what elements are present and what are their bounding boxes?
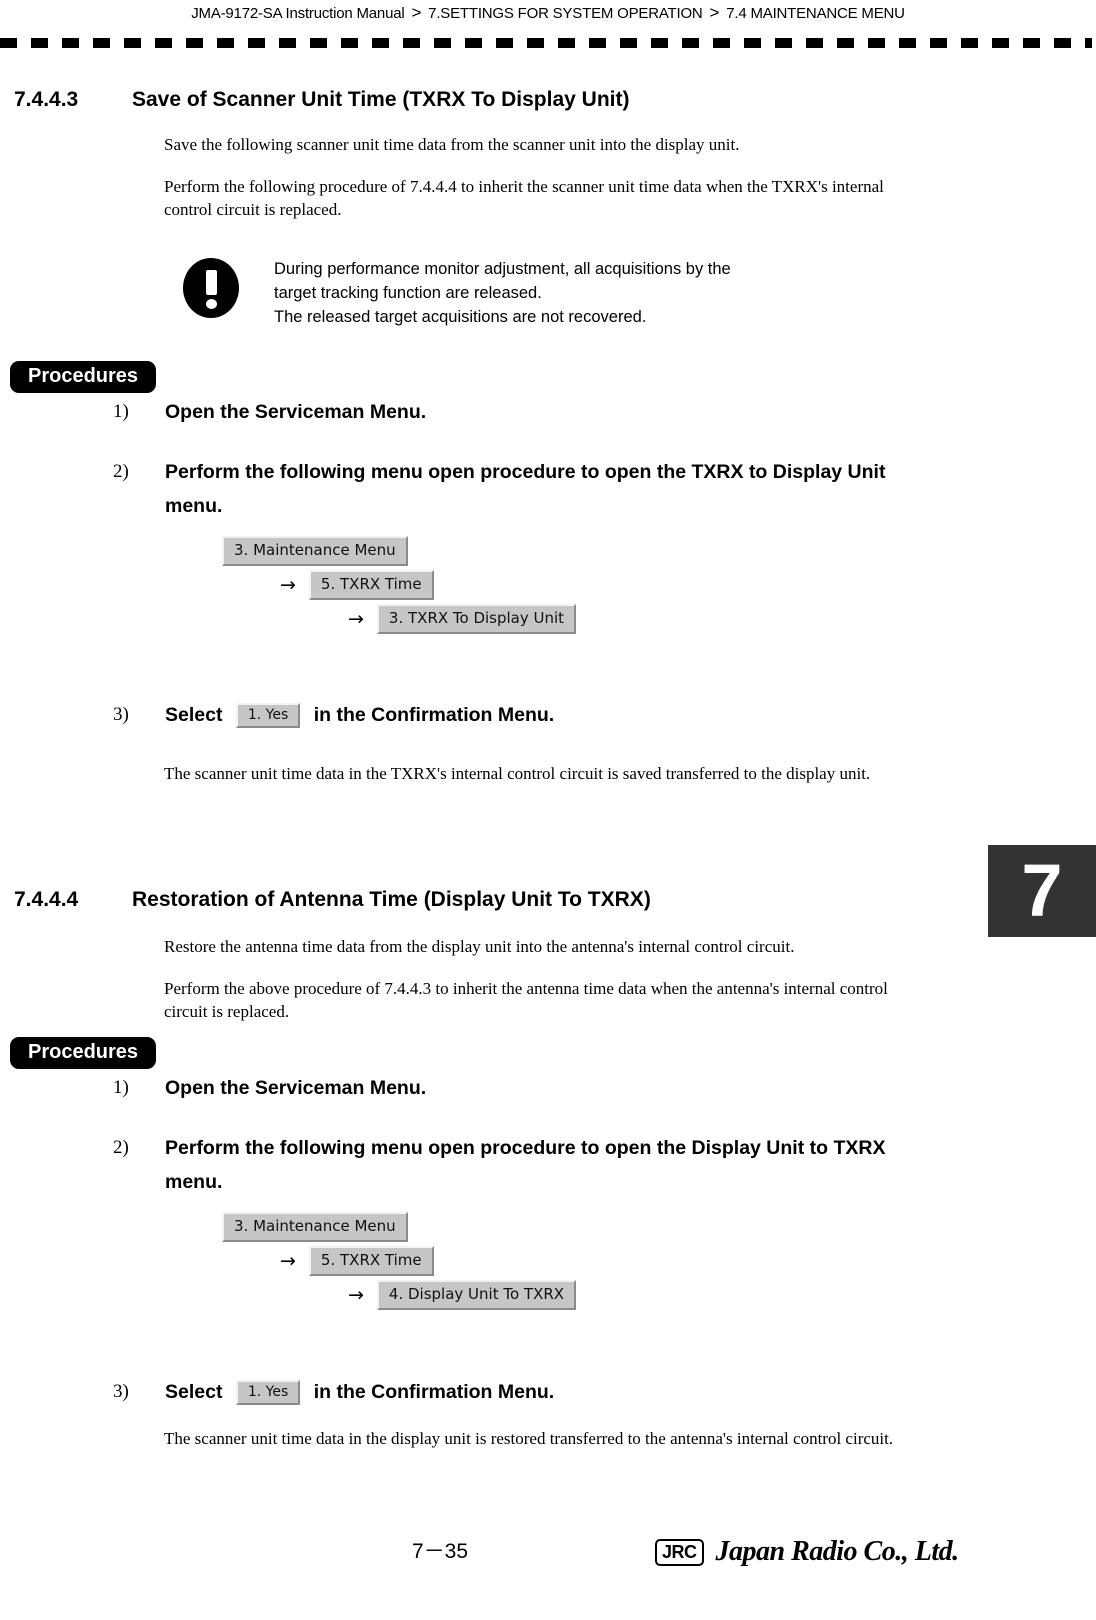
step-index: 3) [113, 704, 129, 725]
step-3-prefix: Select [165, 1381, 223, 1403]
exclamation-circle-icon [183, 258, 239, 318]
section-title: Restoration of Antenna Time (Display Uni… [132, 888, 651, 911]
arrow-icon: → [348, 1284, 364, 1306]
procedures-badge-1: Procedures [10, 361, 157, 393]
step-index: 1) [113, 1077, 129, 1098]
menu-chain-row-2: → 5. TXRX Time [222, 570, 576, 604]
menu-button-txrx-time[interactable]: 5. TXRX Time [308, 570, 434, 600]
menu-chain-row-2: → 5. TXRX Time [222, 1246, 576, 1280]
arrow-icon: → [348, 608, 364, 630]
section-number: 7.4.4.3 [14, 88, 79, 111]
menu-button-txrx-to-display-unit[interactable]: 3. TXRX To Display Unit [376, 604, 577, 634]
section-7443-result: The scanner unit time data in the TXRX's… [164, 764, 871, 783]
arrow-icon: → [280, 574, 296, 596]
menu-button-txrx-time[interactable]: 5. TXRX Time [308, 1246, 434, 1276]
chapter-tab: 7 [988, 845, 1096, 937]
section-7444-result: The scanner unit time data in the displa… [164, 1429, 894, 1448]
step-index: 2) [113, 1137, 129, 1158]
step-text: Perform the following menu open procedur… [165, 461, 886, 517]
step-index: 1) [113, 401, 129, 422]
menu-chain-7443: 3. Maintenance Menu → 5. TXRX Time → 3. … [222, 536, 577, 638]
step-3-suffix: in the Confirmation Menu. [313, 1381, 555, 1403]
confirm-yes-button[interactable]: 1. Yes [235, 1380, 301, 1406]
section-7444-intro-2: Perform the above procedure of 7.4.4.3 t… [164, 979, 888, 1021]
company-name: Japan Radio Co., Ltd. [715, 1536, 960, 1567]
menu-chain-row-3: → 3. TXRX To Display Unit [222, 604, 577, 638]
confirm-yes-button[interactable]: 1. Yes [235, 703, 301, 729]
jrc-logo-mark: JRC [655, 1538, 704, 1566]
footer-logo: JRC Japan Radio Co., Ltd. [655, 1534, 959, 1570]
menu-button-display-unit-to-txrx[interactable]: 4. Display Unit To TXRX [376, 1280, 577, 1310]
step-index: 2) [113, 461, 129, 482]
step-text: Open the Serviceman Menu. [165, 1077, 427, 1099]
section-7443-intro-2: Perform the following procedure of 7.4.4… [164, 177, 884, 219]
menu-button-maintenance-menu[interactable]: 3. Maintenance Menu [222, 536, 408, 566]
menu-button-maintenance-menu[interactable]: 3. Maintenance Menu [222, 1212, 408, 1242]
header-manual-title: JMA-9172-SA Instruction Manual [191, 5, 405, 22]
procedures-badge-2: Procedures [10, 1037, 157, 1069]
arrow-icon: → [280, 1250, 296, 1272]
section-7443-intro-1: Save the following scanner unit time dat… [164, 135, 740, 154]
header-section: 7.4 MAINTENANCE MENU [726, 5, 905, 22]
header-dashed-rule [0, 38, 1092, 48]
step-index: 3) [113, 1381, 129, 1402]
caution-text: During performance monitor adjustment, a… [274, 260, 731, 326]
section-title: Save of Scanner Unit Time (TXRX To Displ… [132, 88, 630, 111]
page-header: JMA-9172-SA Instruction Manual > 7.SETTI… [0, 0, 1096, 26]
step-text: Open the Serviceman Menu. [165, 401, 427, 423]
step-3-prefix: Select [165, 704, 223, 726]
menu-chain-row-1: 3. Maintenance Menu [222, 536, 576, 570]
caution-box: During performance monitor adjustment, a… [183, 258, 943, 330]
step-text: Perform the following menu open procedur… [165, 1137, 886, 1193]
section-7444-intro-1: Restore the antenna time data from the d… [164, 937, 795, 956]
menu-chain-row-1: 3. Maintenance Menu [222, 1212, 576, 1246]
header-separator-1: > [411, 3, 422, 22]
step-3-suffix: in the Confirmation Menu. [313, 704, 555, 726]
header-separator-2: > [709, 3, 720, 22]
step-text: Select 1. Yes in the Confirmation Menu. [165, 698, 945, 732]
menu-chain-7444: 3. Maintenance Menu → 5. TXRX Time → 4. … [222, 1212, 577, 1314]
section-number: 7.4.4.4 [14, 888, 79, 911]
menu-chain-row-3: → 4. Display Unit To TXRX [222, 1280, 577, 1314]
header-chapter: 7.SETTINGS FOR SYSTEM OPERATION [428, 5, 703, 22]
step-text: Select 1. Yes in the Confirmation Menu. [165, 1375, 945, 1409]
